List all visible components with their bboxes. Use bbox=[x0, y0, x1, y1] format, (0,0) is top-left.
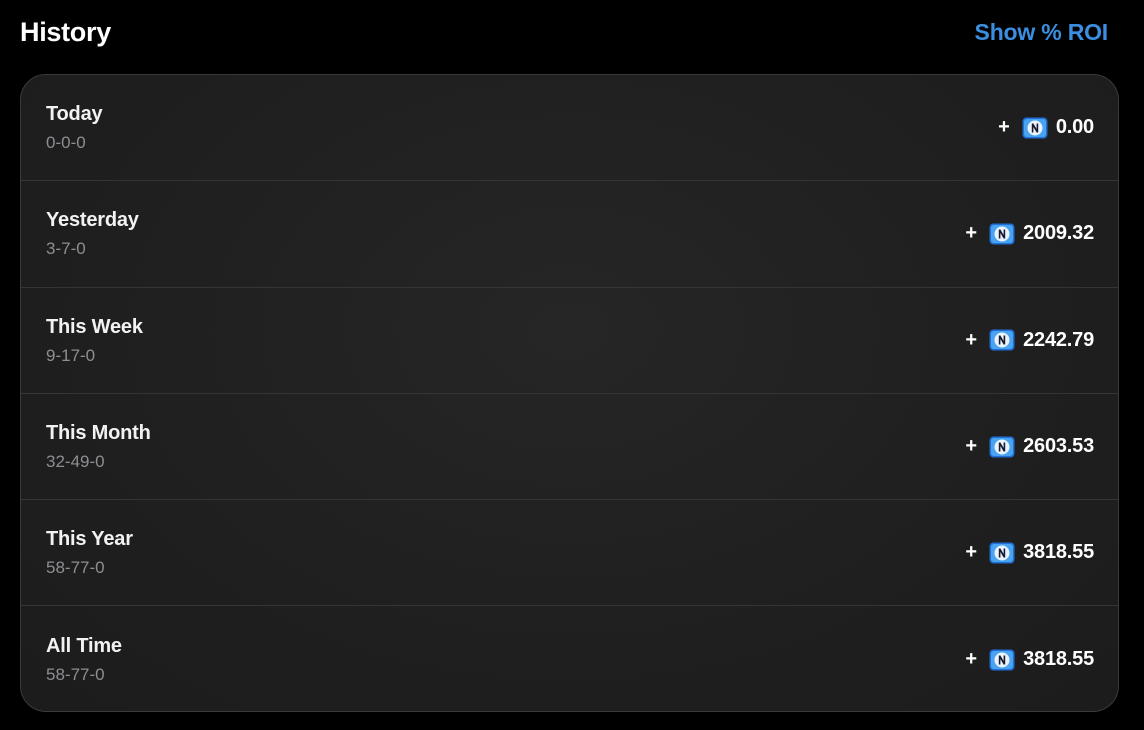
row-info: Today 0-0-0 bbox=[46, 102, 103, 153]
sign: + bbox=[965, 541, 978, 564]
row-info: This Week 9-17-0 bbox=[46, 315, 143, 366]
profit-value: + 3818.55 bbox=[965, 541, 1094, 564]
history-row-this-week[interactable]: This Week 9-17-0 + 2242.79 bbox=[21, 288, 1118, 394]
page-title: History bbox=[20, 16, 111, 47]
amount: 2242.79 bbox=[1023, 328, 1094, 351]
win-loss-record: 9-17-0 bbox=[46, 345, 96, 365]
win-loss-record: 32-49-0 bbox=[46, 452, 105, 472]
win-loss-record: 58-77-0 bbox=[46, 665, 105, 685]
show-roi-link[interactable]: Show % ROI bbox=[975, 19, 1109, 46]
sign: + bbox=[998, 116, 1010, 139]
profit-value: + 2242.79 bbox=[965, 329, 1094, 352]
row-info: This Year 58-77-0 bbox=[46, 527, 133, 578]
sign: + bbox=[965, 328, 978, 351]
history-card: Today 0-0-0 + 0.00 Yesterday 3-7-0 + 200… bbox=[20, 74, 1119, 712]
n-coin-icon bbox=[989, 329, 1015, 351]
sign: + bbox=[965, 222, 978, 245]
n-coin-icon bbox=[989, 436, 1015, 458]
period-label: Today bbox=[46, 103, 103, 126]
profit-value: + 3818.55 bbox=[965, 648, 1094, 671]
history-row-today[interactable]: Today 0-0-0 + 0.00 bbox=[21, 75, 1118, 182]
period-label: This Year bbox=[46, 528, 133, 551]
period-label: Yesterday bbox=[46, 209, 139, 232]
history-header: History Show % ROI bbox=[20, 14, 1108, 50]
n-coin-icon bbox=[989, 542, 1015, 564]
amount: 2603.53 bbox=[1023, 435, 1094, 458]
sign: + bbox=[965, 648, 978, 671]
n-coin-icon bbox=[989, 223, 1015, 245]
history-row-this-year[interactable]: This Year 58-77-0 + 3818.55 bbox=[21, 500, 1118, 607]
n-coin-icon bbox=[1022, 117, 1048, 139]
row-info: All Time 58-77-0 bbox=[46, 634, 122, 685]
amount: 0.00 bbox=[1055, 116, 1094, 139]
period-label: All Time bbox=[46, 635, 122, 658]
profit-value: + 0.00 bbox=[998, 116, 1094, 139]
profit-value: + 2009.32 bbox=[965, 222, 1094, 245]
history-row-all-time[interactable]: All Time 58-77-0 + 3818.55 bbox=[21, 606, 1118, 711]
amount: 3818.55 bbox=[1023, 541, 1094, 564]
amount: 2009.32 bbox=[1023, 222, 1094, 245]
n-coin-icon bbox=[989, 649, 1015, 671]
win-loss-record: 3-7-0 bbox=[46, 239, 86, 259]
period-label: This Month bbox=[46, 422, 151, 445]
win-loss-record: 58-77-0 bbox=[46, 558, 105, 578]
history-row-yesterday[interactable]: Yesterday 3-7-0 + 2009.32 bbox=[21, 181, 1118, 288]
amount: 3818.55 bbox=[1023, 648, 1094, 671]
period-label: This Week bbox=[46, 315, 143, 338]
row-info: This Month 32-49-0 bbox=[46, 421, 151, 472]
sign: + bbox=[965, 435, 978, 458]
row-info: Yesterday 3-7-0 bbox=[46, 208, 139, 259]
history-row-this-month[interactable]: This Month 32-49-0 + 2603.53 bbox=[21, 394, 1118, 501]
win-loss-record: 0-0-0 bbox=[46, 133, 86, 153]
profit-value: + 2603.53 bbox=[965, 435, 1094, 458]
